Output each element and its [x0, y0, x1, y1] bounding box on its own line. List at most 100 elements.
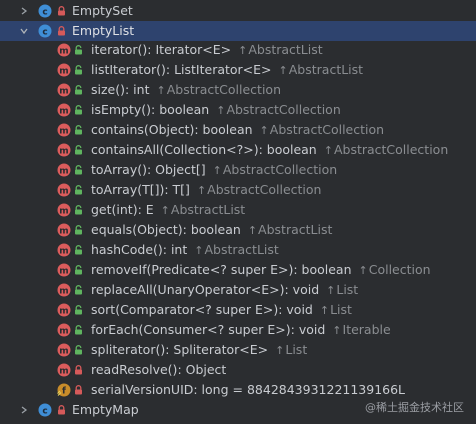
arrow-up-icon: ↑	[212, 164, 222, 177]
member-label: isEmpty(): boolean ↑AbstractCollection	[91, 100, 341, 121]
method-icon: m	[57, 43, 71, 57]
public-icon	[75, 105, 82, 115]
member-label: get(int): E ↑AbstractList	[91, 200, 245, 221]
member-label: size(): int ↑AbstractCollection	[91, 80, 281, 101]
member-row[interactable]: m iterator(): Iterator<E> ↑AbstractList	[0, 40, 476, 60]
svg-text:m: m	[59, 46, 68, 56]
svg-text:c: c	[42, 7, 47, 17]
lock-icon	[58, 26, 65, 36]
svg-text:f: f	[62, 387, 66, 397]
inherited-class: AbstractCollection	[333, 142, 449, 157]
member-row[interactable]: m containsAll(Collection<?>): boolean ↑Abs…	[0, 140, 476, 160]
member-label: contains(Object): boolean ↑AbstractCollec…	[91, 120, 384, 141]
member-row[interactable]: m sort(Comparator<? super E>): void ↑List	[0, 300, 476, 320]
method-icon: m	[57, 83, 71, 97]
structure-tree: c EmptySet c EmptyList m iterator(): Iter…	[0, 0, 476, 417]
tree-node-emptyset[interactable]: c EmptySet	[0, 1, 476, 21]
member-row[interactable]: m replaceAll(UnaryOperator<E>): void ↑List	[0, 280, 476, 300]
method-icon: m	[57, 243, 71, 257]
member-row[interactable]: m listIterator(): ListIterator<E> ↑Abstrac…	[0, 60, 476, 80]
public-icon	[75, 225, 82, 235]
field-icon: f	[57, 383, 71, 397]
method-icon: m	[57, 103, 71, 117]
inherited-from: ↑AbstractCollection	[216, 102, 341, 117]
arrow-up-icon: ↑	[156, 84, 166, 97]
arrow-up-icon: ↑	[194, 244, 204, 257]
member-label: containsAll(Collection<?>): boolean ↑Abst…	[91, 140, 448, 161]
public-icon	[75, 45, 82, 55]
svg-text:m: m	[59, 366, 68, 376]
inherited-from: ↑AbstractCollection	[324, 142, 449, 157]
member-row[interactable]: m size(): int ↑AbstractCollection	[0, 80, 476, 100]
member-label: toArray(T[]): T[] ↑AbstractCollection	[91, 180, 321, 201]
inherited-from: ↑Collection	[359, 262, 431, 277]
member-row[interactable]: m isEmpty(): boolean ↑AbstractCollection	[0, 100, 476, 120]
inherited-class: List	[336, 282, 359, 297]
member-row[interactable]: m toArray(): Object[] ↑AbstractCollection	[0, 160, 476, 180]
inherited-class: AbstractCollection	[207, 182, 322, 197]
svg-text:c: c	[42, 27, 47, 37]
member-row[interactable]: m readResolve(): Object	[0, 360, 476, 380]
inherited-class: List	[330, 302, 352, 317]
inherited-class: AbstractCollection	[269, 122, 385, 137]
svg-text:m: m	[59, 306, 68, 316]
member-row[interactable]: m spliterator(): Spliterator<E> ↑List	[0, 340, 476, 360]
member-signature: contains(Object): boolean	[91, 122, 253, 137]
member-signature: iterator(): Iterator<E>	[91, 42, 232, 57]
inherited-class: AbstractList	[288, 62, 364, 77]
svg-text:m: m	[59, 326, 68, 336]
arrow-up-icon: ↑	[278, 64, 288, 77]
chevron-right-icon[interactable]	[18, 1, 30, 21]
member-signature: equals(Object): boolean	[91, 222, 241, 237]
arrow-up-icon: ↑	[326, 284, 336, 297]
member-label: hashCode(): int ↑AbstractList	[91, 240, 279, 261]
member-row[interactable]: m equals(Object): boolean ↑AbstractList	[0, 220, 476, 240]
member-row[interactable]: m get(int): E ↑AbstractList	[0, 200, 476, 220]
member-signature: hashCode(): int	[91, 242, 188, 257]
member-signature: isEmpty(): boolean	[91, 102, 210, 117]
svg-text:m: m	[59, 66, 68, 76]
arrow-up-icon: ↑	[216, 104, 226, 117]
chevron-right-icon[interactable]	[18, 400, 30, 420]
inherited-from: ↑AbstractCollection	[156, 82, 281, 97]
svg-text:m: m	[59, 166, 68, 176]
member-signature: toArray(T[]): T[]	[91, 182, 190, 197]
tree-node-emptylist[interactable]: c EmptyList	[0, 21, 476, 41]
lock-icon	[75, 385, 82, 395]
tree-node-label: EmptyList	[72, 23, 135, 38]
svg-text:m: m	[59, 86, 68, 96]
arrow-up-icon: ↑	[332, 324, 342, 337]
member-label: listIterator(): ListIterator<E> ↑Abstract…	[91, 60, 363, 81]
member-signature: containsAll(Collection<?>): boolean	[91, 142, 317, 157]
member-row[interactable]: m forEach(Consumer<? super E>): void ↑Iter…	[0, 320, 476, 340]
member-label: replaceAll(UnaryOperator<E>): void ↑List	[91, 280, 358, 301]
inherited-from: ↑AbstractList	[238, 42, 323, 57]
inherited-class: AbstractCollection	[222, 162, 338, 177]
arrow-up-icon: ↑	[319, 304, 330, 317]
member-row[interactable]: m hashCode(): int ↑AbstractList	[0, 240, 476, 260]
tree-node-label: EmptyMap	[72, 402, 139, 417]
arrow-up-icon: ↑	[323, 144, 333, 157]
public-icon	[75, 65, 82, 75]
member-row[interactable]: m removeIf(Predicate<? super E>): boolean…	[0, 260, 476, 280]
member-row[interactable]: m contains(Object): boolean ↑AbstractColle…	[0, 120, 476, 140]
public-icon	[75, 285, 82, 295]
watermark: @稀土掘金技术社区	[365, 401, 464, 414]
method-icon: m	[57, 143, 71, 157]
public-icon	[75, 245, 82, 255]
member-row-field[interactable]: f serialVersionUID: long = 8842843931221…	[0, 380, 476, 400]
method-icon: m	[57, 303, 71, 317]
public-icon	[75, 185, 82, 195]
member-label: removeIf(Predicate<? super E>): boolean ↑…	[91, 260, 431, 281]
class-icon: c	[38, 403, 52, 417]
member-label: readResolve(): Object	[91, 360, 226, 380]
tree-node-label: EmptySet	[72, 3, 133, 18]
member-row[interactable]: m toArray(T[]): T[] ↑AbstractCollection	[0, 180, 476, 200]
arrow-up-icon: ↑	[238, 44, 248, 57]
method-icon: m	[57, 203, 71, 217]
chevron-down-icon[interactable]	[18, 21, 30, 41]
svg-text:m: m	[59, 246, 68, 256]
member-signature: replaceAll(UnaryOperator<E>): void	[91, 282, 320, 297]
method-icon: m	[57, 123, 71, 137]
inherited-from: ↑List	[320, 302, 352, 317]
